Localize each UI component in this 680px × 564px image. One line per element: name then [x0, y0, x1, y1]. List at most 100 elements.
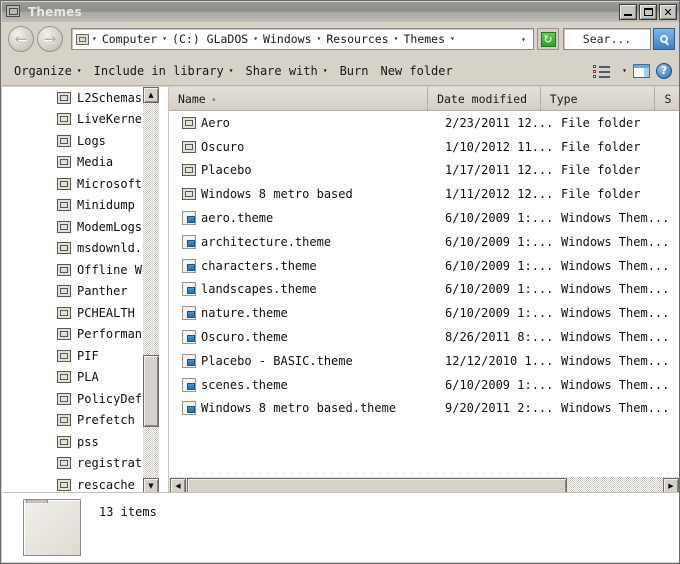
toolbar-right-group: ▾ ?	[593, 62, 672, 79]
tree-item-microsoft[interactable]: Microsoft.	[2, 173, 152, 195]
tree-item-livekernel[interactable]: LiveKernel	[2, 109, 152, 131]
tree-item-minidump[interactable]: Minidump	[2, 195, 152, 217]
organize-button[interactable]: Organize ▾	[8, 61, 88, 81]
table-row[interactable]: architecture.theme 6/10/2009 1:... Windo…	[169, 230, 679, 254]
breadcrumb-separator-0[interactable]: ▾	[89, 35, 100, 43]
forward-button[interactable]: →	[37, 26, 63, 52]
theme-file-icon	[182, 258, 196, 273]
search-icon	[660, 35, 668, 43]
include-in-library-label: Include in library	[93, 63, 224, 78]
breadcrumb-separator-2[interactable]: ▾	[250, 35, 261, 43]
table-row[interactable]: Oscuro 1/10/2012 11... File folder	[169, 135, 679, 159]
column-header-size-label: S	[664, 91, 672, 106]
cell-type: Windows Them...	[561, 258, 670, 273]
new-folder-button[interactable]: New folder	[374, 61, 458, 81]
breadcrumb-separator-3[interactable]: ▾	[314, 35, 325, 43]
cell-date-modified: 6/10/2009 1:...	[445, 377, 552, 392]
table-row[interactable]: Placebo 1/17/2011 12... File folder	[169, 159, 679, 183]
breadcrumb-item-drive-c[interactable]: (C:) GLaDOS	[170, 32, 250, 46]
file-list-pane[interactable]: Name ▴ Date modified Type S Aero 2/23/20…	[168, 87, 679, 494]
window-title: Themes	[28, 5, 82, 19]
file-rows: Aero 2/23/2011 12... File folder Oscuro …	[169, 111, 679, 421]
table-row[interactable]: Windows 8 metro based.theme 9/20/2011 2:…	[169, 397, 679, 421]
tree-item-msdownld[interactable]: msdownld.t	[2, 238, 152, 260]
table-row[interactable]: aero.theme 6/10/2009 1:... Windows Them.…	[169, 206, 679, 230]
tree-item-registration[interactable]: registrati	[2, 453, 152, 475]
file-name-label: Windows 8 metro based.theme	[201, 401, 397, 416]
preview-pane-icon[interactable]	[633, 63, 650, 78]
search-button[interactable]	[653, 28, 675, 50]
tree-item-policydefinitions[interactable]: PolicyDefi	[2, 388, 152, 410]
scrollbar-thumb[interactable]	[143, 355, 159, 427]
breadcrumb-separator-4[interactable]: ▾	[391, 35, 402, 43]
cell-name: scenes.theme	[169, 377, 436, 392]
title-bar[interactable]: Themes ✕	[2, 2, 679, 22]
close-button[interactable]: ✕	[659, 4, 677, 20]
cell-date-modified: 6/10/2009 1:...	[445, 306, 552, 321]
views-list-icon[interactable]	[593, 64, 611, 78]
breadcrumb-item-resources[interactable]: Resources	[324, 32, 390, 46]
search-input[interactable]: Sear...	[563, 28, 651, 50]
navigation-pane-scrollbar[interactable]: ▲ ▼	[143, 87, 159, 494]
cell-name: characters.theme	[169, 258, 436, 273]
tree-item-l2schemas[interactable]: L2Schemas	[2, 87, 152, 109]
address-bar[interactable]: ▾ Computer ▾ (C:) GLaDOS ▾ Windows ▾ Res…	[71, 28, 534, 50]
tree-item-logs[interactable]: Logs	[2, 130, 152, 152]
tree-item-performance[interactable]: Performanc	[2, 324, 152, 346]
table-row[interactable]: nature.theme 6/10/2009 1:... Windows The…	[169, 301, 679, 325]
maximize-button[interactable]	[639, 4, 657, 20]
navigation-pane[interactable]: L2Schemas LiveKernel Logs Media Microsof…	[2, 87, 165, 494]
folder-icon	[57, 263, 71, 276]
folder-icon	[57, 156, 71, 169]
tree-item-pchealth[interactable]: PCHEALTH	[2, 302, 152, 324]
cell-type: Windows Them...	[561, 234, 670, 249]
tree-item-label: PolicyDefi	[77, 391, 150, 406]
help-icon[interactable]: ?	[656, 62, 672, 79]
column-header-size[interactable]: S	[655, 87, 679, 110]
folder-icon	[57, 478, 71, 491]
cell-name: Windows 8 metro based.theme	[169, 401, 436, 416]
breadcrumb-separator-1[interactable]: ▾	[159, 35, 170, 43]
table-row[interactable]: characters.theme 6/10/2009 1:... Windows…	[169, 254, 679, 278]
tree-item-pss[interactable]: pss	[2, 431, 152, 453]
include-in-library-button[interactable]: Include in library ▾	[88, 61, 240, 81]
tree-item-offline-web[interactable]: Offline We	[2, 259, 152, 281]
table-row[interactable]: Oscuro.theme 8/26/2011 8:... Windows The…	[169, 325, 679, 349]
tree-item-label: Microsoft.	[77, 176, 150, 191]
breadcrumb-item-windows[interactable]: Windows	[261, 32, 313, 46]
column-header-type[interactable]: Type	[540, 87, 656, 110]
breadcrumb-item-computer[interactable]: Computer	[100, 32, 159, 46]
table-row[interactable]: Aero 2/23/2011 12... File folder	[169, 111, 679, 135]
table-row[interactable]: Placebo - BASIC.theme 12/12/2010 1... Wi…	[169, 349, 679, 373]
tree-item-rescache[interactable]: rescache	[2, 474, 152, 494]
folder-icon	[57, 306, 71, 319]
column-header-date-modified[interactable]: Date modified	[428, 87, 541, 110]
item-count-label: 13 items	[99, 505, 157, 519]
table-row[interactable]: landscapes.theme 6/10/2009 1:... Windows…	[169, 278, 679, 302]
address-history-dropdown-icon[interactable]: ▾	[521, 35, 526, 44]
refresh-button[interactable]: ↻	[537, 28, 559, 50]
theme-file-icon	[182, 330, 196, 345]
file-name-label: landscapes.theme	[201, 282, 317, 297]
tree-item-pif[interactable]: PIF	[2, 345, 152, 367]
breadcrumb-separator-5[interactable]: ▾	[447, 35, 458, 43]
search-placeholder: Sear...	[582, 32, 632, 46]
tree-item-prefetch[interactable]: Prefetch	[2, 410, 152, 432]
burn-button[interactable]: Burn	[334, 61, 375, 81]
table-row[interactable]: scenes.theme 6/10/2009 1:... Windows The…	[169, 373, 679, 397]
breadcrumb-item-themes[interactable]: Themes	[401, 32, 447, 46]
minimize-button[interactable]	[619, 4, 637, 20]
tree-item-media[interactable]: Media	[2, 152, 152, 174]
back-button[interactable]: ←	[8, 26, 34, 52]
sort-ascending-icon: ▴	[211, 94, 216, 103]
tree-item-panther[interactable]: Panther	[2, 281, 152, 303]
table-row[interactable]: Windows 8 metro based 1/11/2012 12... Fi…	[169, 182, 679, 206]
tree-item-label: Prefetch	[77, 413, 135, 428]
scroll-up-arrow-icon[interactable]: ▲	[143, 87, 159, 103]
tree-item-modemlogs[interactable]: ModemLogs	[2, 216, 152, 238]
views-chevron-down-icon[interactable]: ▾	[622, 66, 627, 75]
column-header-name[interactable]: Name ▴	[169, 87, 429, 110]
share-with-button[interactable]: Share with ▾	[240, 61, 334, 81]
tree-item-label: Panther	[77, 284, 128, 299]
tree-item-pla[interactable]: PLA	[2, 367, 152, 389]
